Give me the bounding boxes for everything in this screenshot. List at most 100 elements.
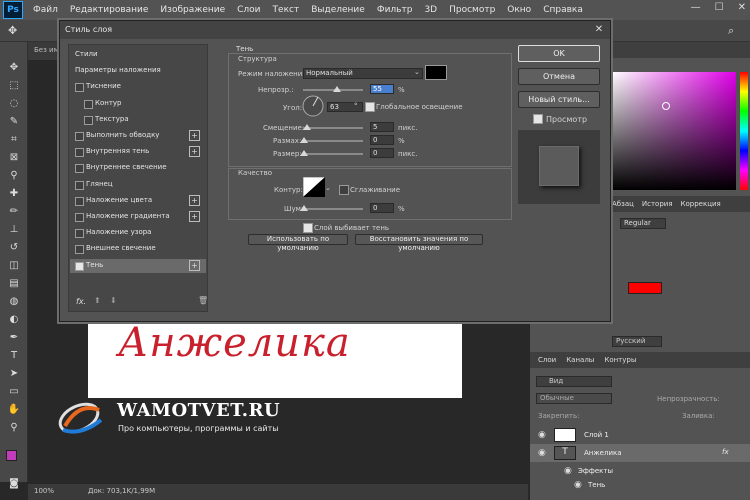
style-checkbox[interactable] [75,213,84,222]
style-checkbox[interactable] [75,132,84,141]
tab-channels[interactable]: Каналы [566,356,594,364]
quick-mask-icon[interactable]: ◙ [7,478,21,490]
spread-slider[interactable] [303,140,363,142]
menu-select[interactable]: Выделение [305,5,371,15]
path-select-icon[interactable]: ➤ [7,368,21,380]
add-effect-icon[interactable]: + [189,194,200,206]
antialias-checkbox[interactable] [339,185,349,195]
style-checkbox[interactable] [75,83,84,93]
move-up-icon[interactable]: ⬆ [94,296,101,305]
chevron-down-icon[interactable]: ⌄ [325,184,331,192]
gradient-icon[interactable]: ▤ [7,278,21,290]
use-default-button[interactable]: Использовать по умолчанию [248,234,348,252]
font-style-select[interactable]: Regular [620,218,666,229]
blend-mode-select[interactable]: Обычные [536,393,612,404]
close-icon[interactable]: ✕ [592,23,606,37]
menu-image[interactable]: Изображение [154,5,231,15]
eye-icon[interactable]: ◉ [538,448,546,458]
style-item[interactable]: Внешнее свечение [70,242,206,256]
style-item[interactable]: Тиснение [70,80,206,94]
text-color-swatch[interactable] [628,282,662,294]
search-icon[interactable]: ⌕ [728,24,734,38]
knockout-checkbox[interactable] [303,223,313,233]
style-item[interactable]: Выполнить обводку + [70,129,206,143]
opacity-input[interactable]: 55 [370,84,394,94]
quick-select-icon[interactable]: ✎ [7,116,21,128]
fx-menu-button[interactable]: fx. [76,297,86,306]
style-item[interactable]: Наложение узора [70,226,206,240]
reset-default-button[interactable]: Восстановить значения по умолчанию [355,234,483,252]
layers-filter-select[interactable]: Вид [536,376,612,387]
healing-icon[interactable]: ✚ [7,188,21,200]
spread-input[interactable]: 0 [370,135,394,145]
crop-icon[interactable]: ⌗ [7,134,21,146]
preview-checkbox[interactable] [533,114,543,124]
style-checkbox[interactable] [75,261,84,271]
eye-icon[interactable]: ◉ [574,480,582,490]
noise-slider-knob[interactable] [300,205,308,211]
style-item[interactable]: Стили [70,48,206,62]
eyedropper-icon[interactable]: ⚲ [7,170,21,182]
global-light-checkbox[interactable] [365,102,375,112]
menu-layers[interactable]: Слои [231,5,266,15]
style-item[interactable]: Глянец [70,178,206,192]
trash-icon[interactable]: 🗑 [198,296,208,305]
move-tool-icon[interactable]: ✥ [8,24,17,37]
cancel-button[interactable]: Отмена [518,68,600,85]
frame-icon[interactable]: ⊠ [7,152,21,164]
size-input[interactable]: 0 [370,148,394,158]
language-select[interactable]: Русский [612,336,662,347]
style-item[interactable]: Наложение градиента + [70,210,206,224]
marquee-icon[interactable]: ⬚ [7,80,21,92]
style-checkbox[interactable] [84,115,93,125]
spread-slider-knob[interactable] [300,137,308,143]
pen-icon[interactable]: ✒ [7,332,21,344]
tab-history[interactable]: История [642,200,673,208]
eye-icon[interactable]: ◉ [538,430,546,440]
add-effect-icon[interactable]: + [189,211,200,222]
noise-input[interactable]: 0 [370,203,394,213]
ok-button[interactable]: OK [518,45,600,62]
size-slider[interactable] [303,153,363,155]
color-picker-cursor[interactable] [662,102,670,110]
style-checkbox[interactable] [75,245,84,255]
distance-slider-knob[interactable] [303,124,311,130]
add-effect-icon[interactable]: + [189,259,200,271]
menu-filter[interactable]: Фильтр [371,5,419,15]
eraser-icon[interactable]: ◫ [7,260,21,272]
minimize-icon[interactable]: — [691,2,701,13]
style-item[interactable]: Наложение цвета + [70,194,206,208]
style-item[interactable]: Параметры наложения [70,64,206,78]
move-icon[interactable]: ✥ [7,62,21,74]
menu-help[interactable]: Справка [537,5,589,15]
rectangle-icon[interactable]: ▭ [7,386,21,398]
dodge-icon[interactable]: ◐ [7,314,21,326]
menu-text[interactable]: Текст [267,5,306,15]
maximize-icon[interactable]: ☐ [715,2,724,13]
contour-preview-icon[interactable] [303,177,325,197]
layer-row[interactable]: ◉ Слой 1 [530,426,750,444]
hue-slider[interactable] [740,72,748,190]
style-item[interactable]: Внутреннее свечение [70,161,206,175]
type-icon[interactable]: T [7,350,21,362]
blur-icon[interactable]: ◍ [7,296,21,308]
tab-paths[interactable]: Контуры [604,356,636,364]
style-checkbox[interactable] [75,196,84,206]
hand-icon[interactable]: ✋ [7,404,21,416]
move-down-icon[interactable]: ⬇ [110,296,117,305]
brush-icon[interactable]: ✏ [7,206,21,218]
angle-dial-icon[interactable] [302,95,324,117]
history-brush-icon[interactable]: ↺ [7,242,21,254]
eye-icon[interactable]: ◉ [564,466,572,476]
style-checkbox[interactable] [84,99,93,109]
size-slider-knob[interactable] [300,150,308,156]
style-checkbox[interactable] [75,148,84,158]
distance-input[interactable]: 5 [370,122,394,132]
style-item[interactable]: Внутренняя тень + [70,145,206,159]
tab-paragraph[interactable]: Абзац [612,200,634,208]
blend-mode-dropdown[interactable]: Нормальный [303,68,423,79]
noise-slider[interactable] [303,208,363,210]
shadow-color-swatch[interactable] [425,65,447,80]
add-effect-icon[interactable]: + [189,130,200,141]
lasso-icon[interactable]: ◌ [7,98,21,110]
